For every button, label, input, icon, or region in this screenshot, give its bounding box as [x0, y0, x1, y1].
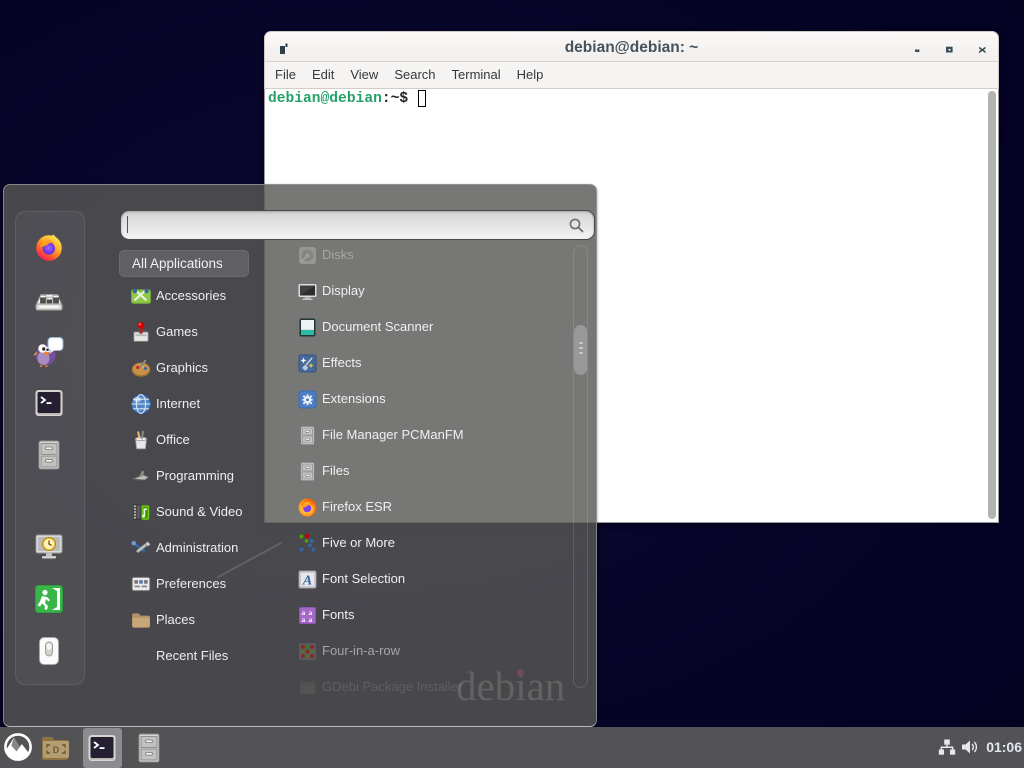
svg-text:A: A — [302, 574, 312, 589]
svg-text:a: a — [302, 615, 306, 624]
svg-text:a: a — [309, 615, 313, 624]
svg-text:D: D — [53, 745, 60, 755]
